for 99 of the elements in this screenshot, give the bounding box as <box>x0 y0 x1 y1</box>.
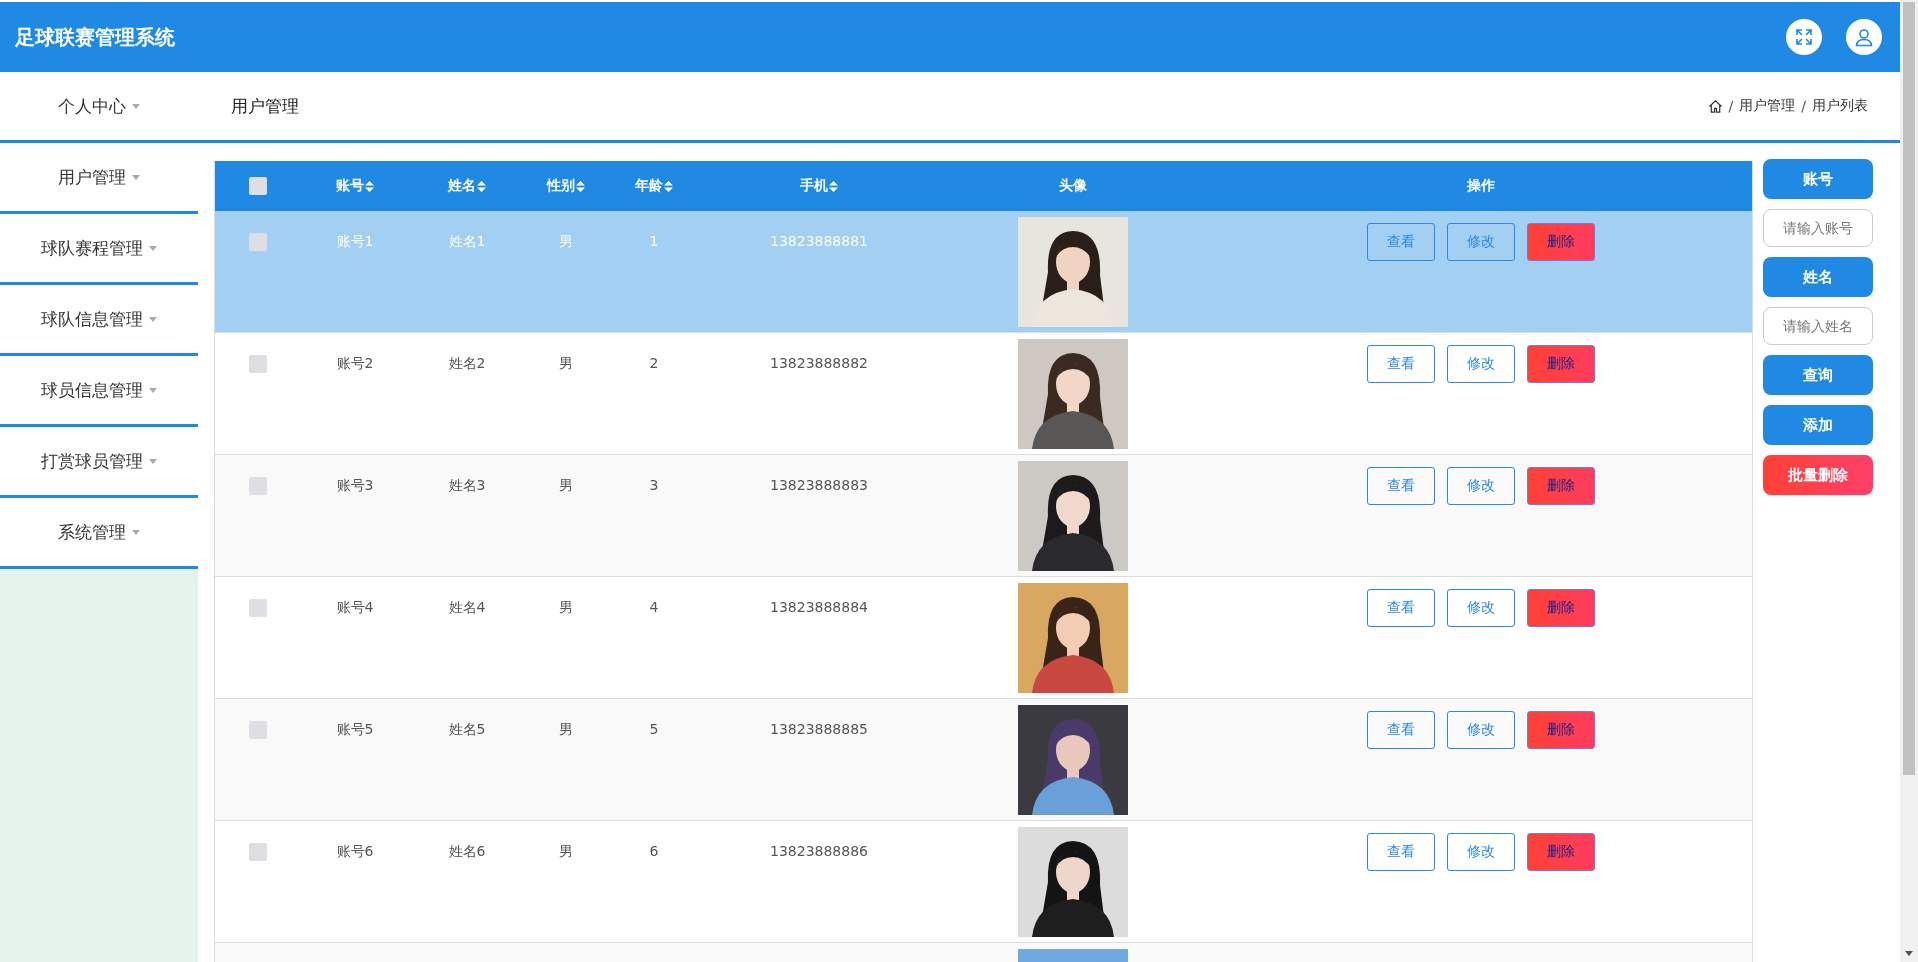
row-checkbox[interactable] <box>249 355 267 373</box>
sidebar-item[interactable]: 系统管理 <box>0 498 198 569</box>
table-cell-text: 姓名6 <box>448 842 486 861</box>
table-cell-text: 账号2 <box>336 354 374 373</box>
table-cell-text: 3 <box>649 476 659 493</box>
column-header[interactable]: 年龄 <box>635 177 673 195</box>
fullscreen-icon[interactable] <box>1786 19 1822 55</box>
caret-icon <box>149 316 157 322</box>
row-checkbox[interactable] <box>249 843 267 861</box>
field-label: 姓名 <box>1763 257 1873 297</box>
column-header[interactable]: 姓名 <box>448 177 486 195</box>
caret-icon <box>149 245 157 251</box>
row-checkbox[interactable] <box>249 477 267 495</box>
app-title: 足球联赛管理系统 <box>15 23 176 51</box>
table-cell-text: 男 <box>559 354 573 373</box>
table-row[interactable]: 账号2 姓名2 男 2 13823888882 查看 修改 删除 <box>215 333 1752 455</box>
page-title: 用户管理 <box>231 94 300 118</box>
delete-button[interactable]: 删除 <box>1526 589 1595 627</box>
table-cell-text: 账号6 <box>336 842 374 861</box>
table-cell-text: 男 <box>559 232 573 251</box>
row-checkbox[interactable] <box>249 599 267 617</box>
column-header: 操作 <box>1466 177 1495 195</box>
edit-button[interactable]: 修改 <box>1446 833 1515 871</box>
table-cell-text: 姓名3 <box>448 476 486 495</box>
breadcrumb-separator: / <box>1728 98 1734 114</box>
caret-icon <box>132 174 140 180</box>
view-button[interactable]: 查看 <box>1366 467 1435 505</box>
table-cell-text: 男 <box>559 720 573 739</box>
edit-button[interactable]: 修改 <box>1446 223 1515 261</box>
add-button[interactable]: 添加 <box>1763 405 1873 445</box>
select-all-checkbox[interactable] <box>249 177 267 195</box>
table-cell-text: 账号5 <box>336 720 374 739</box>
batch-delete-button[interactable]: 批量删除 <box>1763 455 1873 495</box>
delete-button[interactable]: 删除 <box>1526 345 1595 383</box>
table-row[interactable]: 账号6 姓名6 男 6 13823888886 查看 修改 删除 <box>215 821 1752 943</box>
caret-icon <box>149 387 157 393</box>
delete-button[interactable]: 删除 <box>1526 467 1595 505</box>
column-header[interactable]: 手机 <box>800 177 838 195</box>
table-row[interactable]: 账号1 姓名1 男 1 13823888881 查看 修改 删除 <box>215 211 1752 333</box>
table-row[interactable]: 账号3 姓名3 男 3 13823888883 查看 修改 删除 <box>215 455 1752 577</box>
edit-button[interactable]: 修改 <box>1446 711 1515 749</box>
table-cell-text: 账号4 <box>336 598 374 617</box>
table-cell-text: 13823888881 <box>770 232 868 249</box>
user-icon[interactable] <box>1846 19 1882 55</box>
edit-button[interactable]: 修改 <box>1446 589 1515 627</box>
table-cell-text: 13823888885 <box>770 720 868 737</box>
delete-button[interactable]: 删除 <box>1526 711 1595 749</box>
field-label: 账号 <box>1763 159 1873 199</box>
edit-button[interactable]: 修改 <box>1446 467 1515 505</box>
table-cell-text: 1 <box>649 232 659 249</box>
caret-icon <box>149 458 157 464</box>
table-cell-text: 13823888882 <box>770 354 868 371</box>
sidebar-item[interactable]: 个人中心 <box>0 72 198 143</box>
delete-button[interactable]: 删除 <box>1526 223 1595 261</box>
table-cell-text: 13823888886 <box>770 842 868 859</box>
table-cell-text: 姓名1 <box>448 232 486 251</box>
sidebar-item[interactable]: 球队赛程管理 <box>0 214 198 285</box>
scrollbar[interactable] <box>1900 0 1918 962</box>
view-button[interactable]: 查看 <box>1366 345 1435 383</box>
input-field[interactable]: 请输入账号 <box>1763 209 1873 247</box>
view-button[interactable]: 查看 <box>1366 223 1435 261</box>
table-cell-text: 姓名2 <box>448 354 486 373</box>
view-button[interactable]: 查看 <box>1366 833 1435 871</box>
table-cell-text: 男 <box>559 476 573 495</box>
table-cell-text: 13823888883 <box>770 476 868 493</box>
sidebar-item[interactable]: 打赏球员管理 <box>0 427 198 498</box>
input-field[interactable]: 请输入姓名 <box>1763 307 1873 345</box>
table-row[interactable]: 账号4 姓名4 男 4 13823888884 查看 修改 删除 <box>215 577 1752 699</box>
column-header[interactable]: 性别 <box>547 177 585 195</box>
column-header[interactable]: 账号 <box>336 177 374 195</box>
breadcrumb-separator: / <box>1801 98 1806 114</box>
search-button[interactable]: 查询 <box>1763 355 1873 395</box>
home-icon[interactable] <box>1707 98 1723 114</box>
table-row[interactable]: 账号5 姓名5 男 5 13823888885 查看 修改 删除 <box>215 699 1752 821</box>
table-cell-text: 男 <box>559 842 573 861</box>
sidebar-item[interactable]: 球员信息管理 <box>0 356 198 427</box>
table-cell-text: 6 <box>649 842 659 859</box>
table-cell-text: 5 <box>649 720 659 737</box>
table-cell-text: 2 <box>649 354 659 371</box>
sidebar-item[interactable]: 用户管理 <box>0 143 198 214</box>
row-checkbox[interactable] <box>249 721 267 739</box>
delete-button[interactable]: 删除 <box>1526 833 1595 871</box>
sidebar-item[interactable]: 球队信息管理 <box>0 285 198 356</box>
table-cell-text: 4 <box>649 598 659 615</box>
caret-icon <box>132 529 140 535</box>
table-cell-text: 姓名4 <box>448 598 486 617</box>
column-header: 头像 <box>1059 177 1087 195</box>
view-button[interactable]: 查看 <box>1366 711 1435 749</box>
edit-button[interactable]: 修改 <box>1446 345 1515 383</box>
caret-icon <box>132 103 140 109</box>
view-button[interactable]: 查看 <box>1366 589 1435 627</box>
breadcrumb-item[interactable]: 用户管理 <box>1739 97 1796 115</box>
table-cell-text: 账号1 <box>336 232 374 251</box>
row-checkbox[interactable] <box>249 233 267 251</box>
table-cell-text: 13823888884 <box>770 598 868 615</box>
table-cell-text: 男 <box>559 598 573 617</box>
table-cell-text: 账号3 <box>336 476 374 495</box>
breadcrumb-item[interactable]: 用户列表 <box>1812 97 1868 115</box>
table-cell-text: 姓名5 <box>448 720 486 739</box>
